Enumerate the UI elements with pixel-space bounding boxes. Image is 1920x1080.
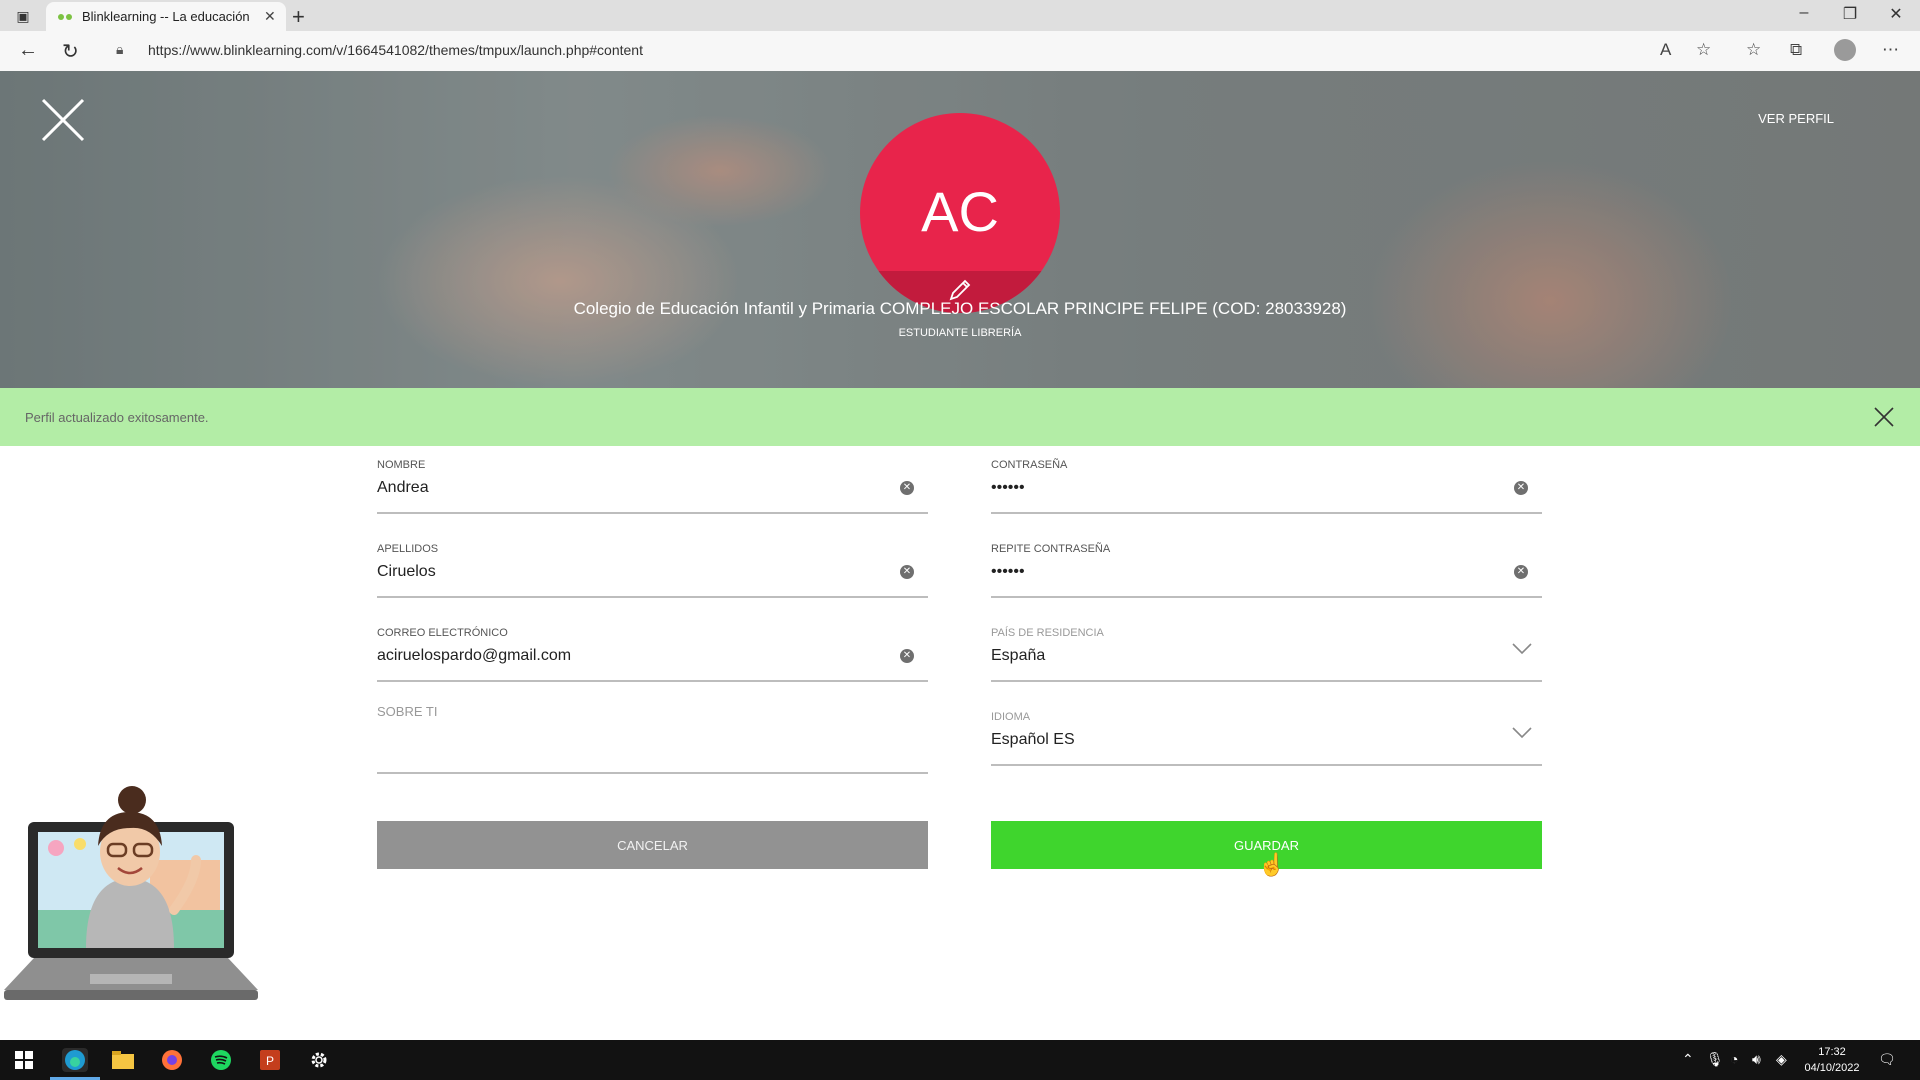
pais-label: PAÍS DE RESIDENCIA [991,627,1104,639]
add-favorite-icon[interactable]: ☆ [1696,40,1711,60]
favorites-icon[interactable]: ☆ [1746,40,1761,60]
pais-select[interactable]: PAÍS DE RESIDENCIA España [991,627,1542,682]
back-icon[interactable]: ← [18,39,38,62]
contrasena-label: CONTRASEÑA [991,459,1068,471]
nombre-value[interactable]: Andrea [377,479,429,497]
windows-taskbar: P ⌃ 🎙︎ ◔ 🔊︎ ◈ 17:32 04/10/2022 🗨︎ [0,1040,1920,1080]
user-role: ESTUDIANTE LIBRERÍA [898,327,1022,339]
bitmoji-laptop-illustration [4,786,258,1000]
success-message: Perfil actualizado exitosamente. [25,410,209,425]
profile-header: VER PERFIL AC Colegio de Educación Infan… [0,71,1920,388]
browser-tab-bar: ▣ Blinklearning -- La educación pe ✕ + –… [0,0,1920,31]
apellidos-field[interactable]: APELLIDOS Ciruelos ✕ [377,543,928,598]
settings-icon[interactable] [307,1048,331,1072]
window-close-icon[interactable]: ✕ [1876,4,1916,24]
nombre-field[interactable]: NOMBRE Andrea ✕ [377,459,928,514]
wifi-icon[interactable]: ◔ [1730,1051,1738,1067]
clear-icon[interactable]: ✕ [1514,481,1528,495]
restore-icon[interactable]: ❐ [1830,4,1870,24]
correo-field[interactable]: CORREO ELECTRÓNICO aciruelospardo@gmail.… [377,627,928,682]
hand-cursor-icon: ☝ [1258,852,1286,877]
clock-date: 04/10/2022 [1804,1062,1860,1074]
reload-icon[interactable]: ↻ [62,39,79,64]
site-favicon-icon [58,12,72,22]
new-tab-icon[interactable]: + [292,4,305,30]
idioma-select[interactable]: IDIOMA Español ES [991,711,1542,766]
notifications-icon[interactable]: 🗨︎ [1878,1051,1896,1068]
repite-contrasena-field[interactable]: REPITE CONTRASEÑA •••••• ✕ [991,543,1542,598]
contrasena-field[interactable]: CONTRASEÑA •••••• ✕ [991,459,1542,514]
school-name: Colegio de Educación Infantil y Primaria… [573,299,1347,318]
pais-value: España [991,647,1046,664]
tray-chevron-up-icon[interactable]: ⌃ [1682,1051,1694,1068]
correo-label: CORREO ELECTRÓNICO [377,627,508,639]
dropbox-icon[interactable]: ◈ [1776,1051,1787,1068]
avatar[interactable]: AC [860,113,1060,313]
cancel-button[interactable]: CANCELAR [377,821,928,869]
tab-close-icon[interactable]: ✕ [264,8,276,25]
repite-contrasena-label: REPITE CONTRASEÑA [991,543,1111,555]
clear-icon[interactable]: ✕ [900,481,914,495]
spotify-icon[interactable] [209,1048,233,1072]
url-field[interactable]: https://www.blinklearning.com/v/16645410… [148,42,643,58]
clear-icon[interactable]: ✕ [900,565,914,579]
lock-icon[interactable]: 🔒︎ [116,41,123,58]
volume-icon[interactable]: 🔊︎ [1752,1051,1761,1068]
powerpoint-icon[interactable]: P [258,1048,282,1072]
workspaces-icon[interactable]: ▣ [12,6,34,26]
windows-start-icon[interactable] [12,1048,36,1072]
avatar-initials: AC [921,180,999,243]
edge-icon[interactable] [62,1048,88,1072]
clock[interactable]: 17:32 04/10/2022 [1800,1044,1864,1076]
address-bar: ← ↻ 🔒︎ https://www.blinklearning.com/v/1… [0,31,1920,72]
correo-value[interactable]: aciruelospardo@gmail.com [377,647,571,665]
svg-text:P: P [266,1054,274,1068]
clock-time: 17:32 [1818,1046,1846,1058]
repite-contrasena-value[interactable]: •••••• [991,563,1025,581]
apellidos-label: APELLIDOS [377,543,439,555]
clear-icon[interactable]: ✕ [900,649,914,663]
file-explorer-icon[interactable] [111,1048,135,1072]
apellidos-value[interactable]: Ciruelos [377,563,436,581]
nombre-label: NOMBRE [377,459,426,471]
tab-title: Blinklearning -- La educación pe [82,9,254,24]
idioma-label: IDIOMA [991,711,1031,723]
collections-icon[interactable]: ⧉ [1790,40,1802,60]
profile-icon[interactable] [1834,39,1856,61]
close-icon[interactable] [40,97,86,143]
idioma-value: Español ES [991,731,1075,748]
read-aloud-icon[interactable]: A [1660,40,1671,60]
chevron-down-icon[interactable] [1512,643,1532,655]
success-banner: Perfil actualizado exitosamente. [0,388,1920,446]
contrasena-value[interactable]: •••••• [991,479,1025,497]
more-menu-icon[interactable]: ⋯ [1882,40,1899,60]
microphone-icon[interactable]: 🎙︎ [1706,1051,1724,1068]
sobre-ti-label: SOBRE TI [377,704,438,719]
firefox-icon[interactable] [160,1048,184,1072]
chevron-down-icon[interactable] [1512,727,1532,739]
browser-tab-active[interactable]: Blinklearning -- La educación pe ✕ [46,2,286,31]
clear-icon[interactable]: ✕ [1514,565,1528,579]
banner-close-icon[interactable] [1872,405,1896,429]
minimize-icon[interactable]: – [1784,4,1824,22]
sobre-ti-field[interactable]: SOBRE TI [377,704,928,774]
ver-perfil-link[interactable]: VER PERFIL [1758,111,1834,126]
